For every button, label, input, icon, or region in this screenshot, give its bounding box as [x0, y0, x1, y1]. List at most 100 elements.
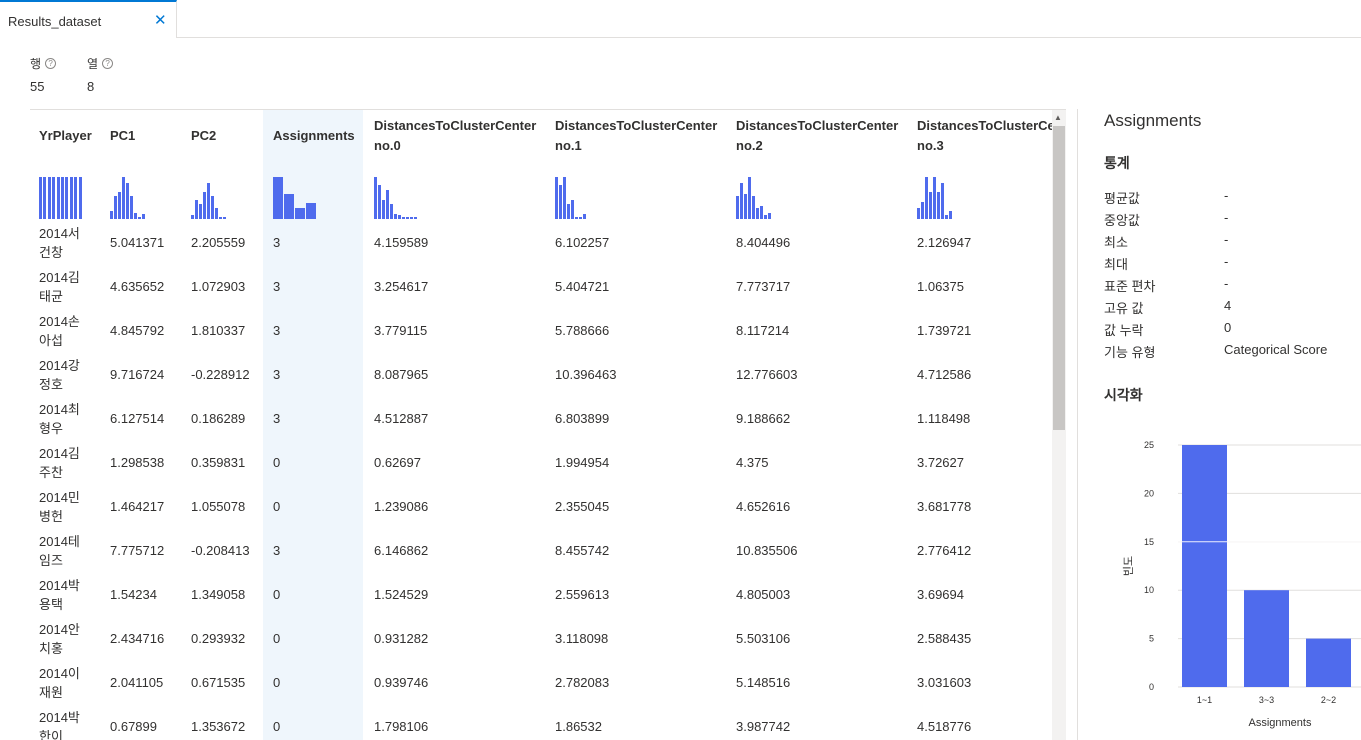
column-header[interactable]: DistancesToClusterCenter no.2 — [736, 116, 898, 156]
table-cell[interactable]: 0.67899 — [110, 719, 157, 734]
row-label[interactable]: 2014손 아섭 — [39, 312, 80, 350]
table-cell[interactable]: 6.127514 — [110, 411, 164, 426]
table-cell[interactable]: 1.06375 — [917, 279, 964, 294]
table-cell[interactable]: 1.810337 — [191, 323, 245, 338]
table-cell[interactable]: 3.681778 — [917, 499, 971, 514]
table-cell[interactable]: 1.298538 — [110, 455, 164, 470]
table-cell[interactable]: 3.779115 — [374, 323, 427, 338]
row-label[interactable]: 2014안 치홍 — [39, 620, 80, 658]
column-header[interactable]: Assignments — [273, 126, 355, 146]
table-cell[interactable]: -0.228912 — [191, 367, 250, 382]
table-cell[interactable]: 3.69694 — [917, 587, 964, 602]
table-cell[interactable]: 8.117214 — [736, 323, 789, 338]
help-icon[interactable]: ? — [45, 58, 57, 69]
column-header[interactable]: PC2 — [191, 126, 216, 146]
table-cell[interactable]: 3 — [273, 367, 280, 382]
table-cell[interactable]: 0.62697 — [374, 455, 421, 470]
table-cell[interactable]: 1.798106 — [374, 719, 428, 734]
row-label[interactable]: 2014김 주찬 — [39, 444, 80, 482]
close-icon[interactable]: ✕ — [154, 13, 167, 28]
table-cell[interactable]: 0 — [273, 587, 280, 602]
table-cell[interactable]: 2.559613 — [555, 587, 609, 602]
table-cell[interactable]: 0 — [273, 675, 280, 690]
table-cell[interactable]: 5.404721 — [555, 279, 609, 294]
table-cell[interactable]: 0.359831 — [191, 455, 245, 470]
column-header[interactable]: PC1 — [110, 126, 135, 146]
help-icon[interactable]: ? — [102, 58, 114, 69]
table-cell[interactable]: 1.524529 — [374, 587, 428, 602]
table-cell[interactable]: 10.835506 — [736, 543, 797, 558]
table-cell[interactable]: 8.404496 — [736, 235, 790, 250]
table-cell[interactable]: 2.041105 — [110, 675, 163, 690]
table-cell[interactable]: 4.805003 — [736, 587, 790, 602]
row-label[interactable]: 2014박 용택 — [39, 576, 80, 614]
table-cell[interactable]: 0.939746 — [374, 675, 428, 690]
row-label[interactable]: 2014박 한이 — [39, 708, 80, 740]
table-cell[interactable]: 1.349058 — [191, 587, 245, 602]
table-cell[interactable]: 5.788666 — [555, 323, 609, 338]
scrollbar-thumb[interactable] — [1053, 126, 1065, 430]
table-cell[interactable]: 3.254617 — [374, 279, 428, 294]
table-cell[interactable]: 12.776603 — [736, 367, 797, 382]
table-cell[interactable]: 4.845792 — [110, 323, 164, 338]
table-cell[interactable]: 6.146862 — [374, 543, 428, 558]
table-cell[interactable]: 1.54234 — [110, 587, 157, 602]
table-cell[interactable]: 9.188662 — [736, 411, 790, 426]
table-cell[interactable]: 1.118498 — [917, 411, 970, 426]
table-cell[interactable]: 0 — [273, 455, 280, 470]
scroll-up-icon[interactable]: ▲ — [1054, 113, 1062, 122]
table-cell[interactable]: 8.455742 — [555, 543, 609, 558]
table-cell[interactable]: 2.355045 — [555, 499, 609, 514]
table-cell[interactable]: 0 — [273, 719, 280, 734]
table-cell[interactable]: 4.652616 — [736, 499, 790, 514]
table-cell[interactable]: 3.031603 — [917, 675, 971, 690]
table-cell[interactable]: 0 — [273, 499, 280, 514]
table-cell[interactable]: 1.239086 — [374, 499, 428, 514]
row-label[interactable]: 2014서 건창 — [39, 224, 80, 262]
table-cell[interactable]: 4.518776 — [917, 719, 971, 734]
table-cell[interactable]: 0.931282 — [374, 631, 428, 646]
table-cell[interactable]: 10.396463 — [555, 367, 616, 382]
table-cell[interactable]: 4.712586 — [917, 367, 971, 382]
table-cell[interactable]: 1.86532 — [555, 719, 602, 734]
table-cell[interactable]: 3.118098 — [555, 631, 608, 646]
table-cell[interactable]: 3 — [273, 279, 280, 294]
table-cell[interactable]: 0.186289 — [191, 411, 245, 426]
column-header[interactable]: DistancesToClusterCenter no.1 — [555, 116, 717, 156]
table-cell[interactable]: 7.775712 — [110, 543, 164, 558]
row-label[interactable]: 2014테 임즈 — [39, 532, 80, 570]
table-cell[interactable]: 4.159589 — [374, 235, 428, 250]
table-cell[interactable]: 1.072903 — [191, 279, 245, 294]
table-cell[interactable]: 2.126947 — [917, 235, 971, 250]
row-label[interactable]: 2014최 형우 — [39, 400, 80, 438]
table-cell[interactable]: 7.773717 — [736, 279, 790, 294]
table-cell[interactable]: 5.041371 — [110, 235, 164, 250]
column-header[interactable]: YrPlayer — [39, 126, 92, 146]
table-cell[interactable]: 5.148516 — [736, 675, 790, 690]
table-cell[interactable]: 2.588435 — [917, 631, 971, 646]
column-header[interactable]: DistancesToClusterCenter no.0 — [374, 116, 536, 156]
row-label[interactable]: 2014민 병헌 — [39, 488, 80, 526]
table-cell[interactable]: 0.671535 — [191, 675, 245, 690]
table-cell[interactable]: 0 — [273, 631, 280, 646]
table-cell[interactable]: 2.434716 — [110, 631, 164, 646]
table-cell[interactable]: 1.994954 — [555, 455, 609, 470]
table-cell[interactable]: 1.055078 — [191, 499, 245, 514]
table-cell[interactable]: 3 — [273, 323, 280, 338]
row-label[interactable]: 2014강 정호 — [39, 356, 80, 394]
table-cell[interactable]: 2.205559 — [191, 235, 245, 250]
table-cell[interactable]: 3.72627 — [917, 455, 964, 470]
vertical-scrollbar[interactable]: ▲ — [1052, 110, 1066, 740]
table-cell[interactable]: 2.776412 — [917, 543, 971, 558]
table-cell[interactable]: 8.087965 — [374, 367, 428, 382]
tab-results-dataset[interactable]: Results_dataset ✕ — [0, 0, 177, 38]
table-cell[interactable]: 9.716724 — [110, 367, 164, 382]
table-cell[interactable]: 3 — [273, 235, 280, 250]
row-label[interactable]: 2014김 태균 — [39, 268, 80, 306]
table-cell[interactable]: 3.987742 — [736, 719, 790, 734]
table-cell[interactable]: -0.208413 — [191, 543, 250, 558]
table-cell[interactable]: 1.353672 — [191, 719, 245, 734]
table-cell[interactable]: 6.803899 — [555, 411, 609, 426]
column-header[interactable]: DistancesToClusterCenter no.3 — [917, 116, 1066, 156]
table-cell[interactable]: 4.512887 — [374, 411, 428, 426]
